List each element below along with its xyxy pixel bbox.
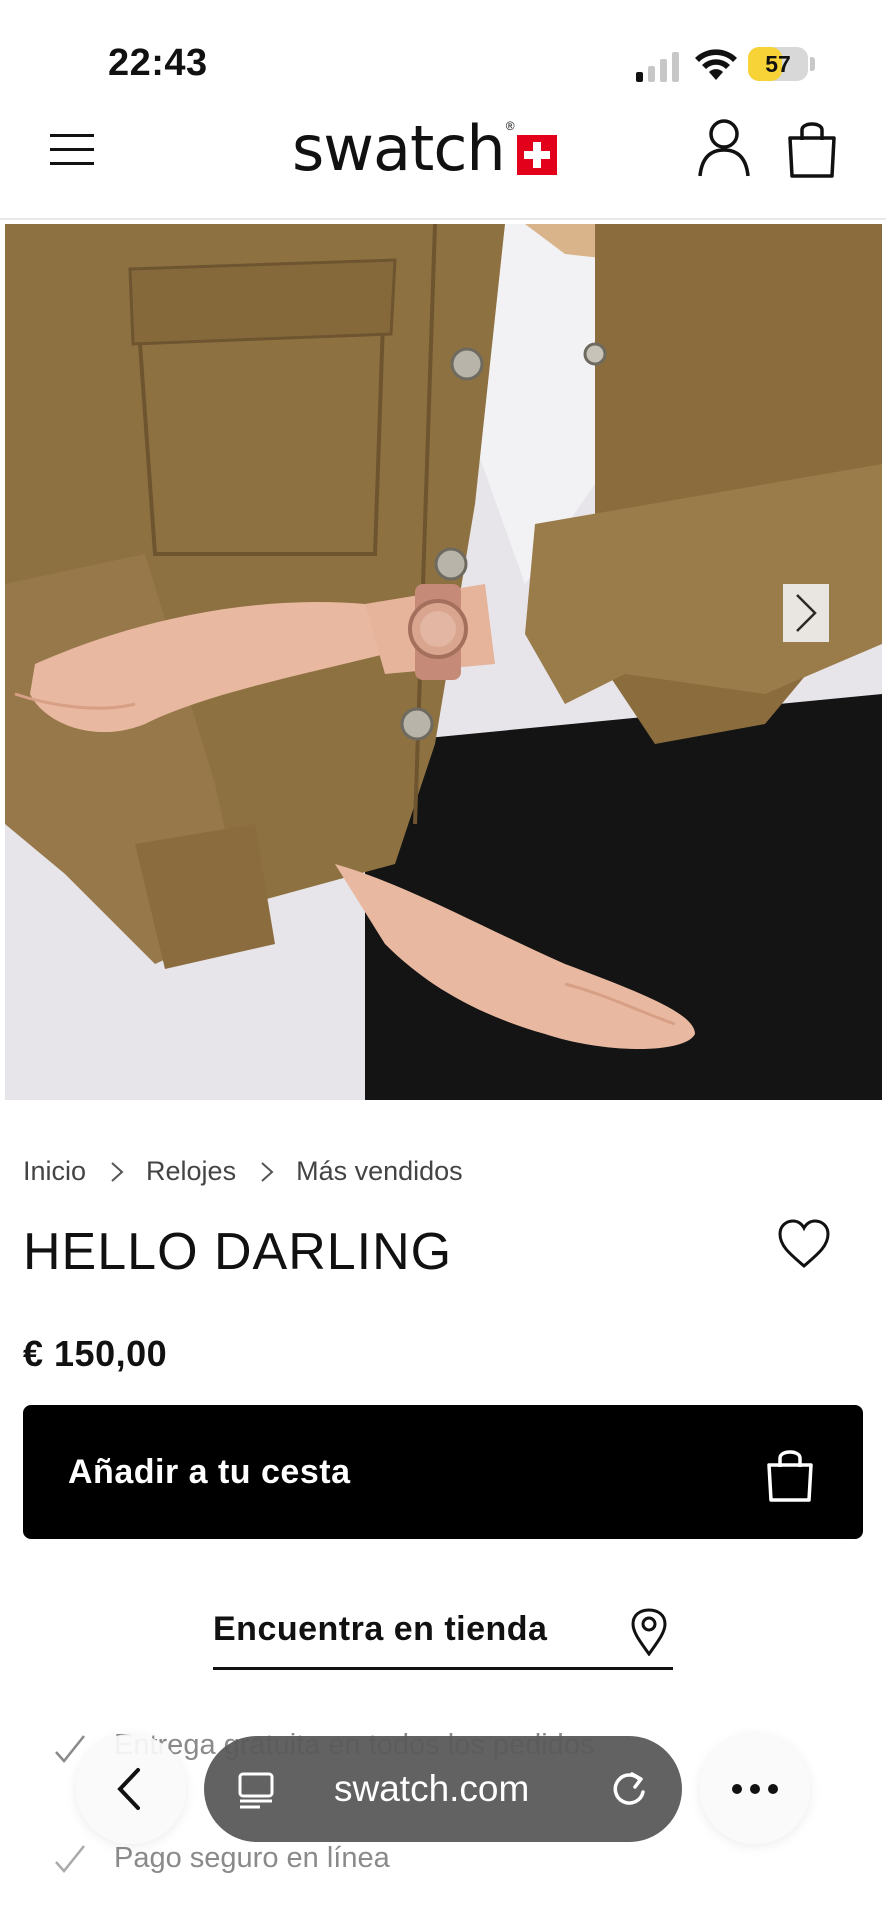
chevron-right-icon [261, 1161, 274, 1182]
browser-more-button[interactable] [700, 1734, 810, 1844]
logo-registered-mark: ® [505, 119, 515, 133]
heart-icon[interactable] [776, 1218, 832, 1270]
find-in-store-link[interactable]: Encuentra en tienda [213, 1600, 673, 1670]
browser-back-button[interactable] [76, 1734, 186, 1844]
hamburger-menu-icon[interactable] [46, 124, 98, 176]
breadcrumb-watches[interactable]: Relojes [146, 1156, 236, 1187]
wifi-icon [695, 49, 737, 80]
gallery-next-button[interactable] [783, 584, 829, 642]
product-image[interactable] [5, 224, 882, 1100]
product-photo-illustration [5, 224, 882, 1100]
swiss-cross-icon [516, 135, 557, 175]
breadcrumb-home[interactable]: Inicio [23, 1156, 86, 1187]
logo-wordmark: swatch [292, 111, 506, 185]
product-title: HELLO DARLING [23, 1223, 453, 1281]
swatch-logo[interactable]: swatch ® [292, 108, 557, 188]
battery-nub [810, 57, 815, 71]
cellular-signal-icon [636, 52, 679, 82]
ellipsis-icon [732, 1784, 778, 1794]
location-pin-icon [631, 1608, 667, 1656]
browser-toolbar: swatch.com [0, 1700, 886, 1850]
reload-icon[interactable] [608, 1768, 650, 1810]
find-in-store-label: Encuentra en tienda [213, 1610, 548, 1648]
battery-percentage: 57 [765, 51, 791, 77]
chevron-right-icon [796, 594, 817, 632]
battery-indicator: 57 [748, 47, 808, 81]
site-header: swatch ® [0, 104, 886, 220]
chevron-left-icon [117, 1768, 140, 1810]
address-bar[interactable]: swatch.com [204, 1736, 682, 1842]
breadcrumb: Inicio Relojes Más vendidos [23, 1156, 463, 1187]
add-to-cart-button[interactable]: Añadir a tu cesta [23, 1405, 863, 1539]
tabs-icon[interactable] [236, 1770, 276, 1810]
url-text: swatch.com [334, 1768, 530, 1809]
product-price: € 150,00 [23, 1333, 168, 1374]
breadcrumb-bestsellers[interactable]: Más vendidos [296, 1156, 463, 1187]
status-time: 22:43 [108, 42, 208, 84]
add-to-cart-label: Añadir a tu cesta [68, 1453, 351, 1491]
shopping-bag-icon [767, 1450, 813, 1502]
user-account-icon[interactable] [696, 116, 752, 180]
chevron-right-icon [111, 1161, 124, 1182]
shopping-bag-icon[interactable] [784, 116, 840, 180]
status-bar: 22:43 57 [0, 0, 886, 104]
